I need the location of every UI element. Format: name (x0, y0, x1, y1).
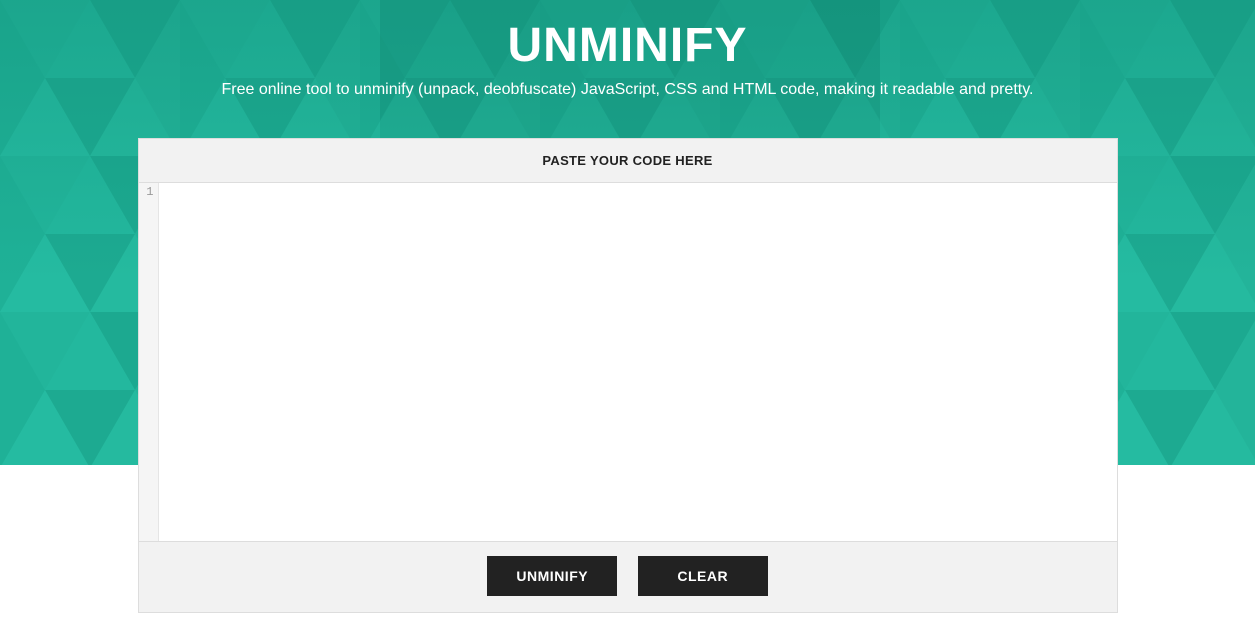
line-number-gutter: 1 (139, 183, 159, 541)
page-subtitle: Free online tool to unminify (unpack, de… (0, 81, 1255, 99)
code-editor: 1 (139, 182, 1117, 542)
code-input[interactable] (159, 183, 1117, 541)
unminify-button[interactable]: UNMINIFY (487, 556, 617, 596)
action-bar: UNMINIFY CLEAR (139, 542, 1117, 612)
editor-header-label: PASTE YOUR CODE HERE (139, 139, 1117, 182)
editor-panel: PASTE YOUR CODE HERE 1 UNMINIFY CLEAR (138, 138, 1118, 613)
clear-button[interactable]: CLEAR (638, 556, 768, 596)
line-number: 1 (139, 185, 154, 199)
page-title: UNMINIFY (0, 18, 1255, 73)
